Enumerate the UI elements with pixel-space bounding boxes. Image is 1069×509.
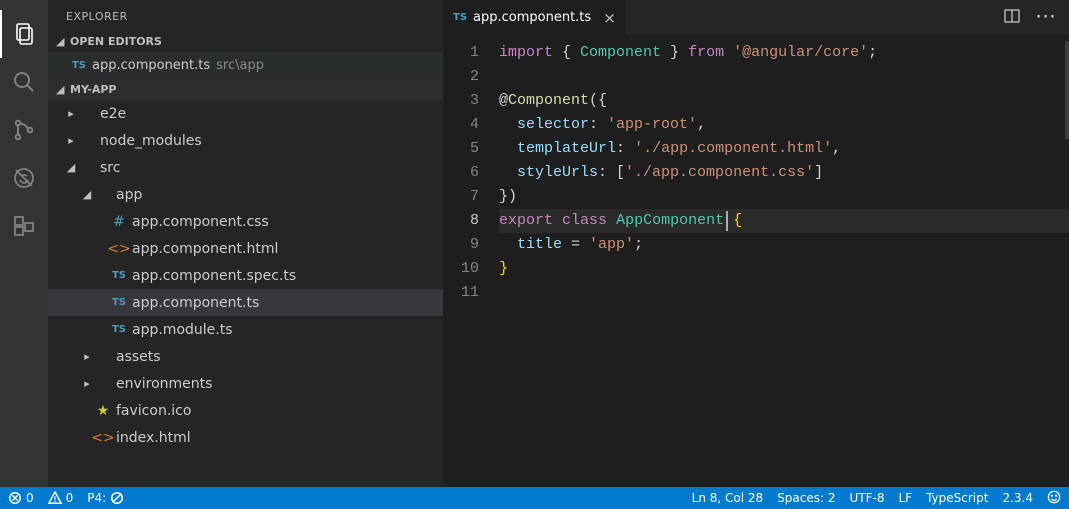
status-warnings[interactable]: 0: [48, 491, 74, 505]
code-line: title = 'app';: [499, 233, 1069, 257]
code-editor[interactable]: 1234567891011 import { Component } from …: [443, 35, 1069, 487]
tree-folder[interactable]: ▸ environments: [48, 370, 443, 397]
open-editors-header[interactable]: ◢ OPEN EDITORS: [48, 31, 443, 52]
code-line: templateUrl: './app.component.html',: [499, 137, 1069, 161]
ts-icon: TS: [110, 270, 128, 281]
code-line: styleUrls: ['./app.component.css']: [499, 161, 1069, 185]
tree-item-label: app.component.css: [132, 214, 269, 230]
tree-file[interactable]: <>index.html: [48, 424, 443, 451]
tree-item-label: app.component.html: [132, 241, 278, 257]
editor-tab[interactable]: TS app.component.ts ×: [443, 0, 627, 35]
code-line: [499, 281, 1069, 305]
ts-icon: TS: [110, 297, 128, 308]
tree-item-label: e2e: [100, 106, 126, 122]
tree-file[interactable]: TS app.component.spec.ts: [48, 262, 443, 289]
project-header[interactable]: ◢ MY-APP: [48, 79, 443, 100]
file-tree: ▸e2e▸node_modules◢src◢app#app.component.…: [48, 100, 443, 487]
html-icon: <>: [110, 241, 128, 257]
html-icon: <>: [94, 430, 112, 446]
activity-bar: [0, 0, 48, 487]
project-label: MY-APP: [70, 83, 117, 96]
tree-item-label: src: [100, 160, 120, 176]
code-line: @Component({: [499, 89, 1069, 113]
explorer-title: EXPLORER: [48, 0, 443, 31]
chevron-down-icon: ◢: [56, 35, 70, 48]
chevron-right-icon: ▸: [80, 377, 94, 390]
chevron-down-icon: ◢: [80, 188, 94, 201]
tree-file[interactable]: ★favicon.ico: [48, 397, 443, 424]
tab-title: app.component.ts: [473, 10, 591, 25]
editor-actions: ···: [992, 0, 1069, 35]
status-port[interactable]: P4:: [87, 491, 124, 505]
activity-extensions-icon[interactable]: [0, 202, 48, 250]
tree-file[interactable]: TS app.module.ts: [48, 316, 443, 343]
open-editor-name: app.component.ts: [92, 58, 210, 73]
chevron-down-icon: ◢: [56, 83, 70, 96]
activity-scm-icon[interactable]: [0, 106, 48, 154]
code-line: }): [499, 185, 1069, 209]
code-line: [499, 65, 1069, 89]
close-icon[interactable]: ×: [603, 9, 616, 27]
ts-icon: TS: [110, 324, 128, 335]
status-bar: 0 0 P4: Ln 8, Col 28 Spaces: 2 UTF-8 LF …: [0, 487, 1069, 509]
split-editor-icon[interactable]: [1004, 8, 1020, 28]
chevron-right-icon: ▸: [80, 350, 94, 363]
chevron-down-icon: ◢: [64, 161, 78, 174]
css-icon: #: [110, 214, 128, 230]
code-line: import { Component } from '@angular/core…: [499, 41, 1069, 65]
status-eol[interactable]: LF: [898, 491, 912, 505]
open-editor-path: src\app: [216, 58, 264, 73]
status-errors[interactable]: 0: [8, 491, 34, 505]
status-version[interactable]: 2.3.4: [1002, 491, 1033, 505]
code-line: }: [499, 257, 1069, 281]
tree-folder[interactable]: ◢ src: [48, 154, 443, 181]
open-editors-label: OPEN EDITORS: [70, 35, 162, 48]
open-editor-item[interactable]: TS app.component.ts src\app: [48, 52, 443, 79]
tree-file[interactable]: <>app.component.html: [48, 235, 443, 262]
code-lines: import { Component } from '@angular/core…: [499, 41, 1069, 487]
ts-icon: TS: [70, 60, 88, 71]
tree-item-label: node_modules: [100, 133, 202, 149]
status-encoding[interactable]: UTF-8: [850, 491, 885, 505]
status-spaces[interactable]: Spaces: 2: [777, 491, 835, 505]
tree-folder[interactable]: ◢ app: [48, 181, 443, 208]
chevron-right-icon: ▸: [64, 134, 78, 147]
status-language[interactable]: TypeScript: [926, 491, 988, 505]
tree-file[interactable]: #app.component.css: [48, 208, 443, 235]
chevron-right-icon: ▸: [64, 107, 78, 120]
tree-item-label: favicon.ico: [116, 403, 191, 419]
tree-item-label: index.html: [116, 430, 191, 446]
activity-search-icon[interactable]: [0, 58, 48, 106]
star-icon: ★: [94, 403, 112, 419]
editor-area: TS app.component.ts × ··· 1234567891011 …: [443, 0, 1069, 487]
line-gutter: 1234567891011: [443, 41, 499, 487]
tab-bar: TS app.component.ts × ···: [443, 0, 1069, 35]
tree-item-label: app.component.ts: [132, 295, 259, 311]
explorer-sidebar: EXPLORER ◢ OPEN EDITORS TS app.component…: [48, 0, 443, 487]
tree-item-label: environments: [116, 376, 212, 392]
tree-file[interactable]: TS app.component.ts: [48, 289, 443, 316]
tree-item-label: app.component.spec.ts: [132, 268, 296, 284]
tree-item-label: app: [116, 187, 142, 203]
tree-folder[interactable]: ▸ assets: [48, 343, 443, 370]
code-line: export class AppComponent {: [499, 209, 1069, 233]
tree-folder[interactable]: ▸ node_modules: [48, 127, 443, 154]
status-feedback-icon[interactable]: [1047, 490, 1061, 507]
code-line: selector: 'app-root',: [499, 113, 1069, 137]
tree-item-label: assets: [116, 349, 161, 365]
more-icon[interactable]: ···: [1036, 10, 1057, 25]
status-position[interactable]: Ln 8, Col 28: [692, 491, 764, 505]
tree-folder[interactable]: ▸ e2e: [48, 100, 443, 127]
overview-ruler[interactable]: [1065, 41, 1069, 139]
text-cursor: [726, 211, 728, 231]
activity-debug-icon[interactable]: [0, 154, 48, 202]
activity-explorer-icon[interactable]: [0, 10, 48, 58]
ts-icon: TS: [453, 12, 467, 23]
tree-item-label: app.module.ts: [132, 322, 233, 338]
